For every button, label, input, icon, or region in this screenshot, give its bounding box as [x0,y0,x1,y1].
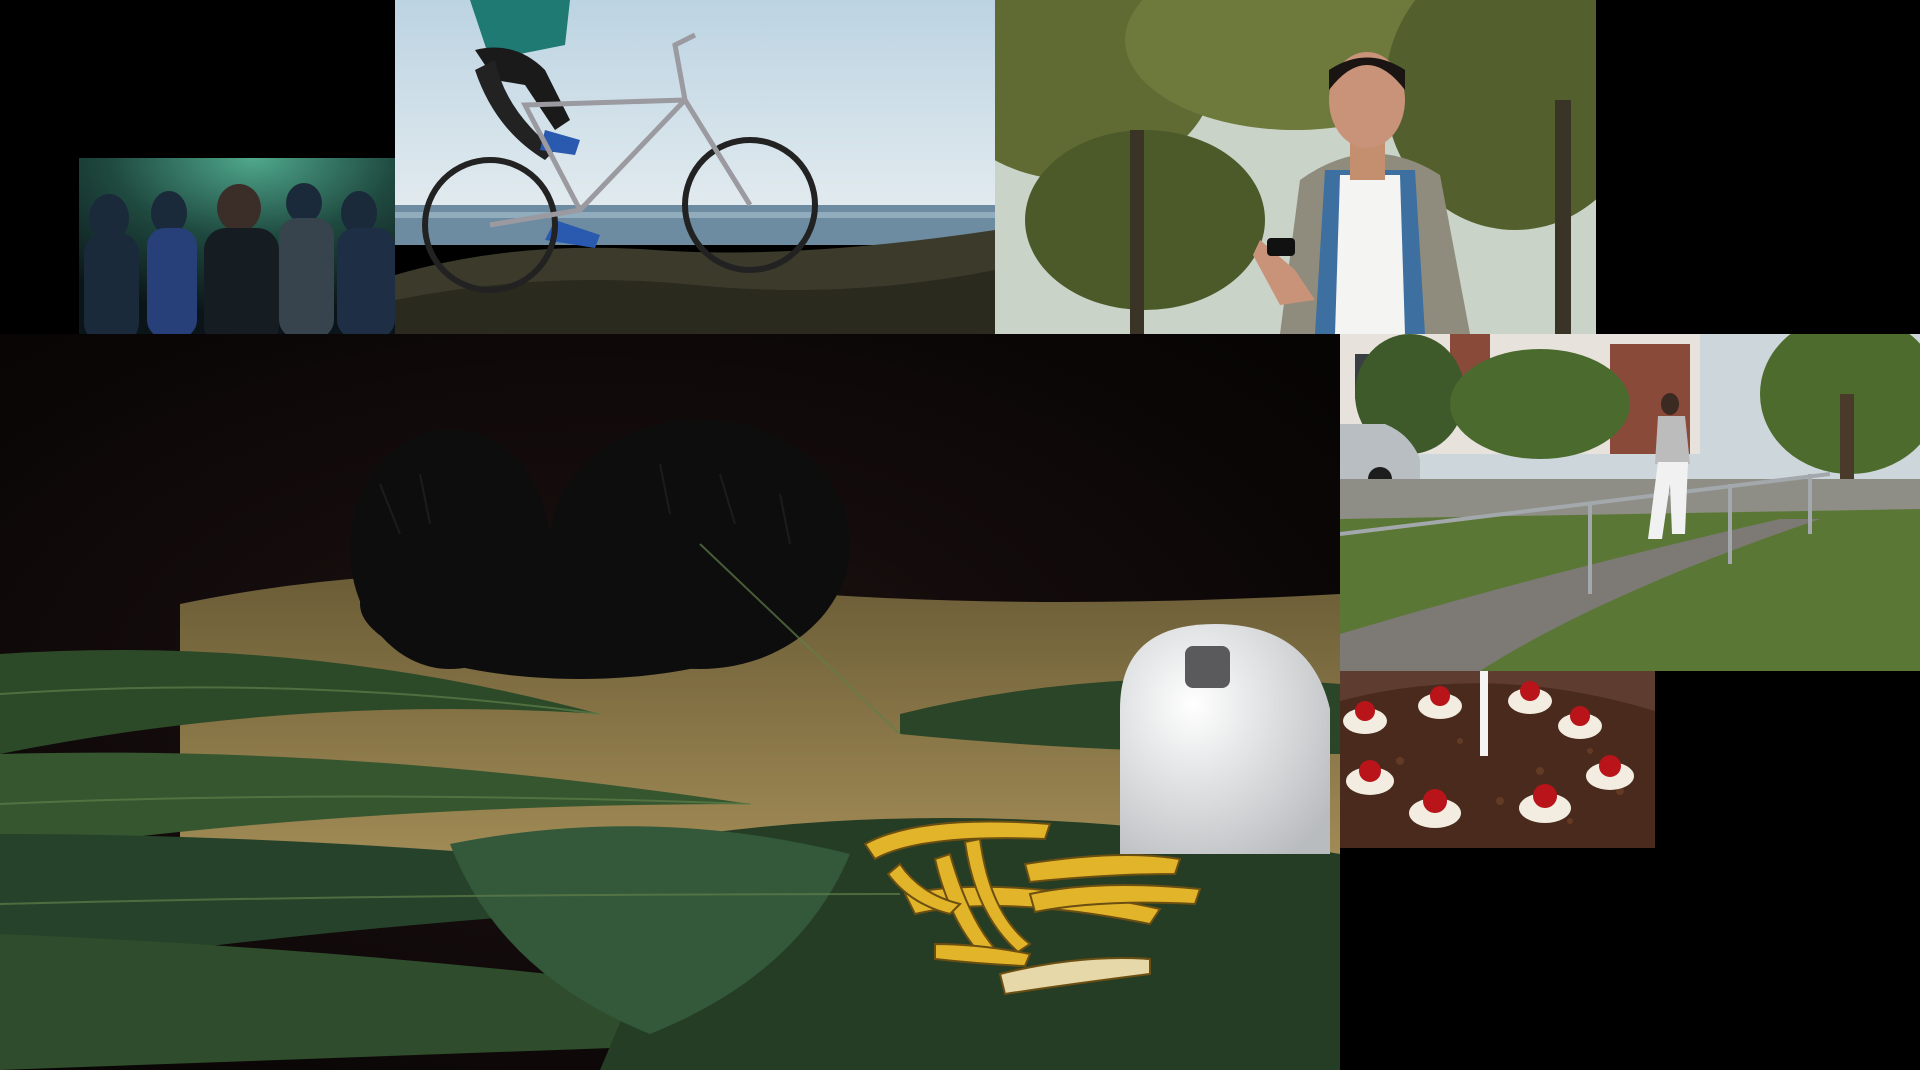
crowd-concert-clip [79,158,395,334]
woman-walking-path-clip [1340,334,1920,671]
video-collage [0,0,1920,1070]
gorilla-enclosure-clip [0,334,1340,1070]
black-forest-cake-clip [1340,671,1655,848]
man-with-phone-clip [995,0,1596,334]
cyclist-seaside-clip [395,0,995,334]
black-forest-cake-image [1340,671,1655,848]
crowd-concert-image [79,158,395,334]
cyclist-seaside-image [395,0,995,334]
woman-walking-path-image [1340,334,1920,671]
gorilla-enclosure-image [0,334,1340,1070]
man-with-phone-image [995,0,1596,334]
